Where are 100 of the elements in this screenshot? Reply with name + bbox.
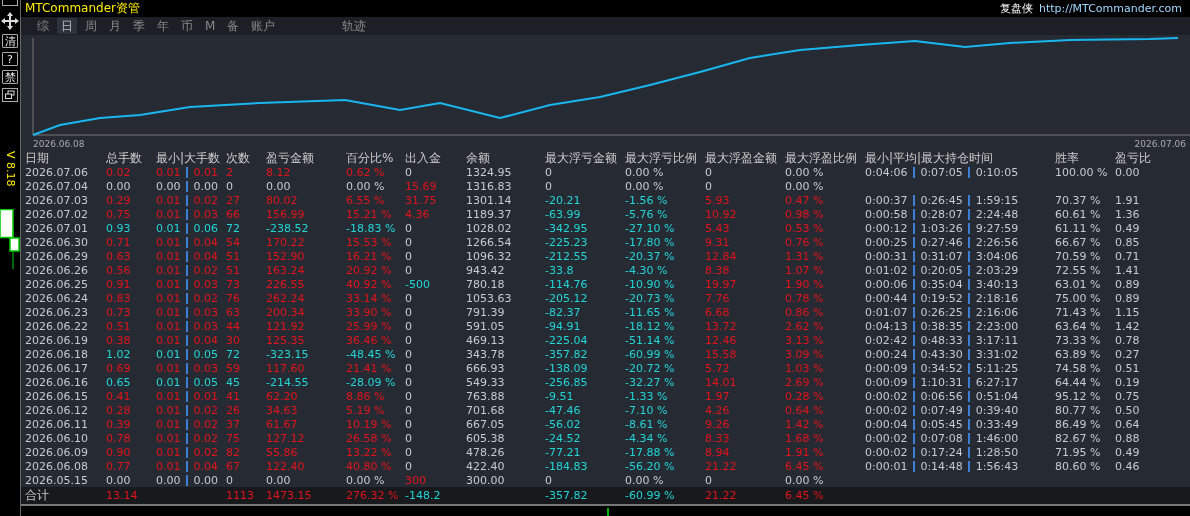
candlestick-icon — [0, 208, 20, 271]
tab[interactable]: 综 — [33, 18, 53, 34]
column-header: 出入金 — [405, 150, 442, 167]
table-cell-text: 2026.06.29 — [25, 249, 89, 263]
table-cell-text: 40.80 % — [346, 459, 393, 473]
toolbar-button[interactable] — [2, 0, 18, 6]
table-cell-text: 9.31 — [705, 235, 731, 249]
table-cell-text: 0.00 — [1115, 165, 1141, 179]
tab[interactable]: 账户 — [247, 18, 280, 34]
table-cell-text: 0.78 — [1115, 333, 1141, 347]
table-cell-text: 0 — [705, 179, 713, 193]
website-link[interactable]: http://MTCommander.com — [1038, 2, 1182, 15]
table-cell-text: 163.24 — [266, 263, 306, 277]
table-cell-text: 0.78 — [106, 431, 132, 445]
table-cell-text: 0:00:06 0:35:04 3:40:13 — [865, 277, 1020, 291]
table-cell-text: 21.41 % — [346, 361, 393, 375]
table-cell-text: 300.00 — [466, 473, 506, 487]
table-cell-text: 64.44 % — [1055, 375, 1102, 389]
table-cell-text: 1.31 % — [785, 249, 825, 263]
tab[interactable]: 币 — [177, 18, 197, 34]
table-cell-text: 59 — [226, 361, 241, 375]
table-cell-text: 44 — [226, 319, 241, 333]
table-cell-text: 0.56 — [106, 263, 132, 277]
table-cell-text: 10.19 % — [346, 417, 393, 431]
table-cell-text: 1324.95 — [466, 165, 513, 179]
table-cell-text: 0.29 — [106, 193, 132, 207]
table-cell-text: 0.91 — [106, 277, 132, 291]
table-cell-text: 0.00 % — [785, 473, 825, 487]
table-cell-text: -5.76 % — [625, 207, 669, 221]
table-cell-text: -18.83 % — [346, 221, 397, 235]
table-cell-text: 0.00 % — [625, 473, 665, 487]
table-cell-text: -24.52 — [545, 431, 582, 445]
table-cell-text: 45 — [226, 375, 241, 389]
table-cell-text: 2026.06.25 — [25, 277, 89, 291]
table-cell-text: 200.34 — [266, 305, 306, 319]
tab[interactable]: 年 — [153, 18, 173, 34]
toolbar-button[interactable]: 禁 — [2, 70, 18, 84]
table-cell-text: -7.10 % — [625, 403, 669, 417]
table-cell-text: -28.09 % — [346, 375, 397, 389]
table-cell-text: 0.01 0.04 — [156, 249, 219, 263]
table-cell-text: 31.75 — [405, 193, 438, 207]
table-cell-text: 70.37 % — [1055, 193, 1102, 207]
column-header: 日期 — [25, 150, 50, 167]
table-cell-text: -1.33 % — [625, 389, 669, 403]
table-cell-text: -32.27 % — [625, 375, 676, 389]
restore-icon[interactable] — [2, 88, 18, 102]
table-cell-text: 10.92 — [705, 207, 738, 221]
move-icon[interactable] — [1, 12, 19, 30]
table-cell-text: -138.09 — [545, 361, 589, 375]
table-cell-text: -184.83 — [545, 459, 589, 473]
tab[interactable]: M — [201, 18, 220, 34]
table-cell-text: 0.50 — [1115, 403, 1141, 417]
toolbar-button[interactable]: ? — [2, 52, 18, 66]
table-cell-text: 0.64 % — [785, 403, 825, 417]
tab[interactable]: 月 — [105, 18, 125, 34]
table-cell-text: 0 — [405, 291, 413, 305]
table-cell-text: 0.73 — [106, 305, 132, 319]
column-header: 总手数 — [106, 150, 143, 167]
tab[interactable]: 轨迹 — [338, 18, 371, 34]
table-cell-text: 0 — [405, 305, 413, 319]
table-cell-text: 0.90 — [106, 445, 132, 459]
table-cell-text: 0.01 0.02 — [156, 403, 219, 417]
table-cell-text: 2026.07.02 — [25, 207, 89, 221]
table-cell-text: -63.99 — [545, 207, 582, 221]
table-cell-text: 0 — [226, 473, 234, 487]
tab[interactable]: 季 — [129, 18, 149, 34]
table-cell-text: 0.64 — [1115, 417, 1141, 431]
table-cell-text: -148.2 — [405, 489, 442, 502]
table-cell-text: 1.97 — [705, 389, 731, 403]
table-cell-text: 791.39 — [466, 305, 506, 319]
tab[interactable]: 日 — [57, 18, 77, 34]
table-cell-text: -323.15 — [266, 347, 310, 361]
table-cell-text: 0.00 0.00 — [156, 473, 219, 487]
table-cell-text: 2026.06.17 — [25, 361, 89, 375]
table-cell-text: 0 — [545, 473, 553, 487]
table-cell-text: 27 — [226, 193, 241, 207]
table-cell-text: -9.51 — [545, 389, 575, 403]
table-cell-text: 0:01:02 0:20:05 2:03:29 — [865, 263, 1020, 277]
tab[interactable]: 备 — [223, 18, 244, 34]
table-cell-text: 0.39 — [106, 417, 132, 431]
table-cell-text: 0.51 — [106, 319, 132, 333]
table-cell-text: 117.60 — [266, 361, 306, 375]
table-cell-text: 0.65 — [106, 375, 132, 389]
table-cell-text: -33.8 — [545, 263, 575, 277]
table-cell-text: -48.45 % — [346, 347, 397, 361]
table-cell-text: 0:00:02 0:06:56 0:51:04 — [865, 389, 1020, 403]
toolbar-button[interactable]: 清 — [2, 34, 18, 48]
table-cell-text: 8.33 — [705, 431, 731, 445]
table-cell-text: 60.61 % — [1055, 207, 1102, 221]
table-cell-text: -60.99 % — [625, 489, 676, 502]
table-cell-text: 780.18 — [466, 277, 506, 291]
table-cell-text: 0.00 — [266, 473, 292, 487]
table-cell-text: 合计 — [25, 487, 50, 504]
table-cell-text: 2026.06.11 — [25, 417, 89, 431]
column-header: 盈亏比 — [1115, 150, 1152, 167]
table-cell-text: -82.37 — [545, 305, 582, 319]
table-cell-text: 125.35 — [266, 333, 306, 347]
table-cell-text: 469.13 — [466, 333, 506, 347]
tab[interactable]: 周 — [81, 18, 101, 34]
table-cell-text: -20.37 % — [625, 249, 676, 263]
